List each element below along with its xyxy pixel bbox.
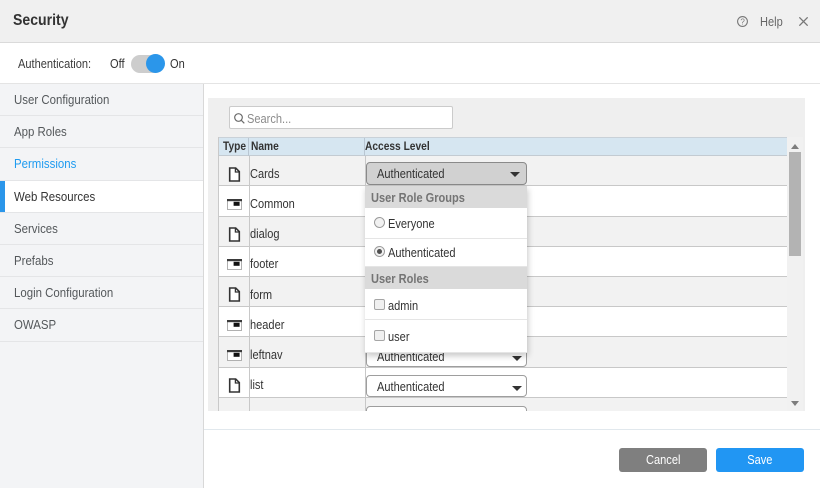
- svg-text:?: ?: [740, 17, 745, 26]
